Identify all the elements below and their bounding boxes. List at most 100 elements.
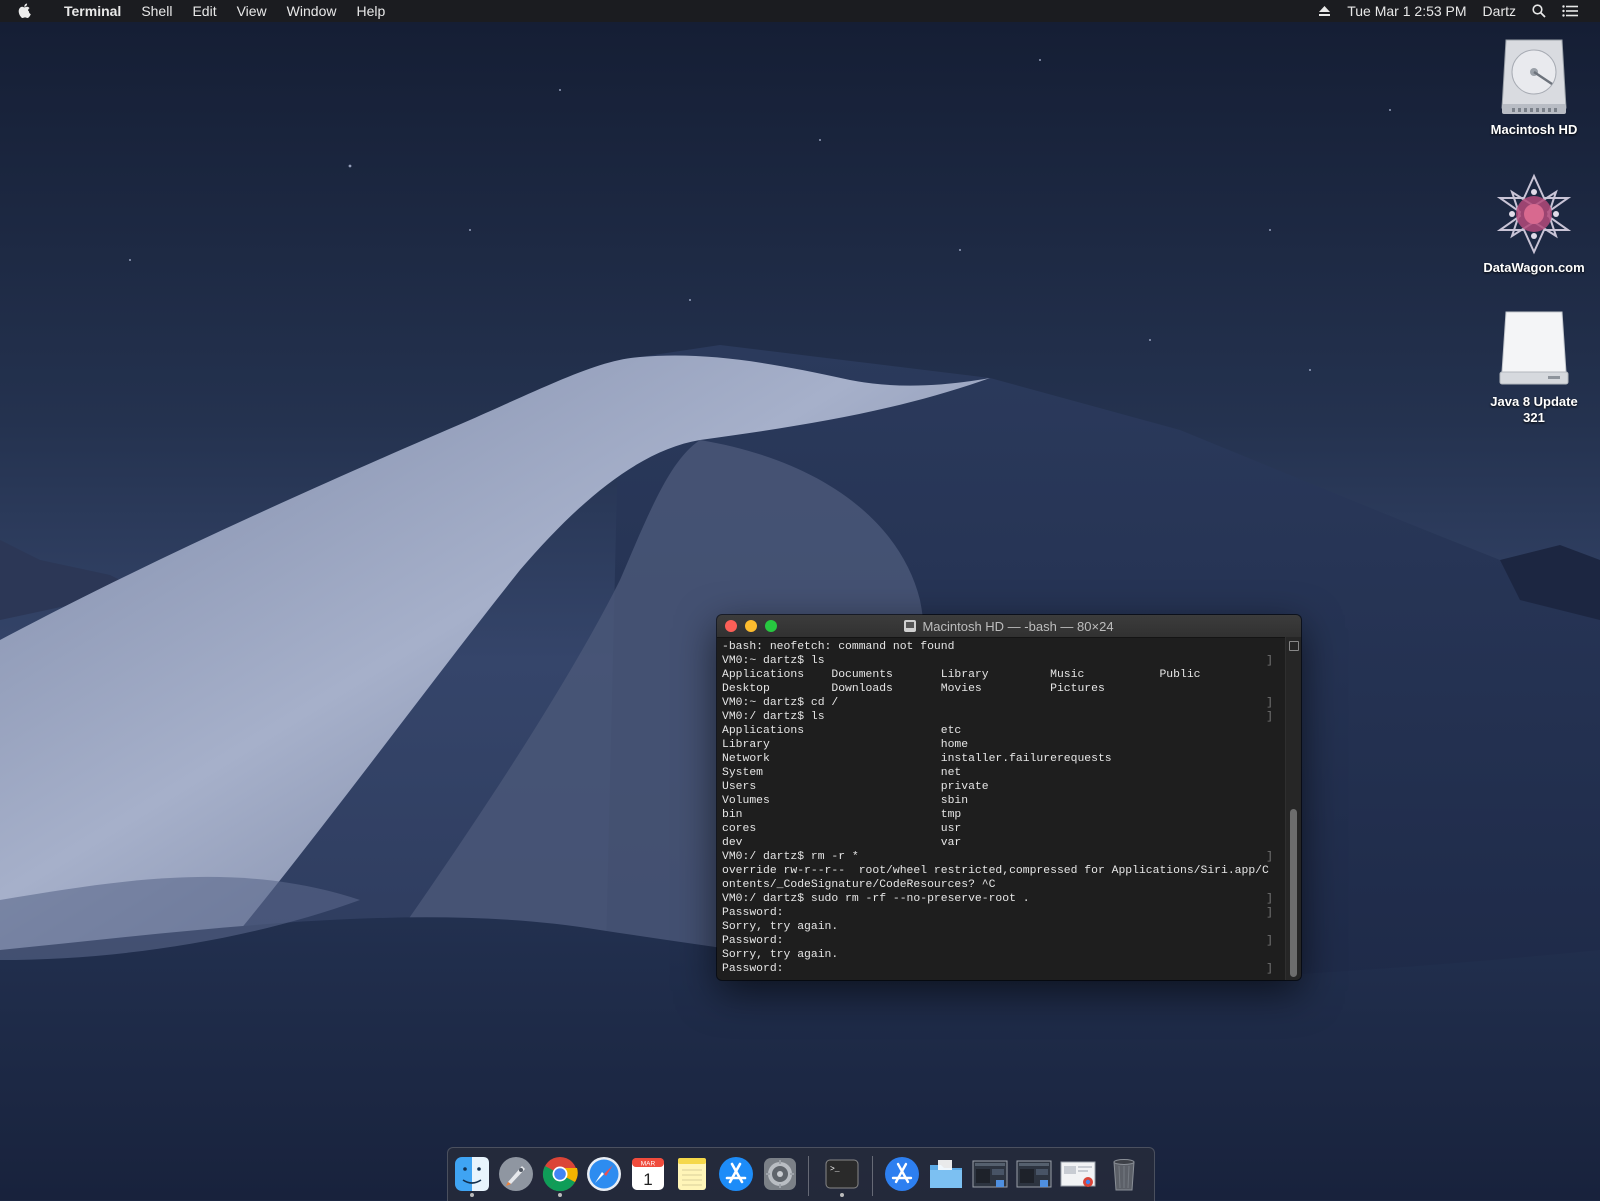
terminal-line: ontents/_CodeSignature/CodeResources? ^C [722, 878, 1277, 892]
terminal-output[interactable]: -bash: neofetch: command not found VM0:~ … [722, 640, 1277, 976]
desktop-icon-datawagon[interactable]: DataWagon.com [1464, 172, 1600, 276]
line-mark-bracket: ] [1266, 893, 1273, 905]
terminal-line-text: -bash: neofetch: command not found [722, 641, 955, 653]
clock[interactable]: Tue Mar 1 2:53 PM [1339, 3, 1474, 19]
terminal-line: bin tmp [722, 808, 1277, 822]
dock-item-notes[interactable] [674, 1156, 710, 1192]
window-titlebar[interactable]: Macintosh HD — -bash — 80×24 [717, 615, 1301, 638]
menu-view[interactable]: View [227, 3, 277, 19]
menu-edit[interactable]: Edit [182, 3, 226, 19]
desktop-icon-macintosh-hd[interactable]: Macintosh HD [1464, 34, 1600, 138]
spotlight-search-icon[interactable] [1524, 4, 1554, 18]
terminal-line-text: VM0:/ dartz$ sudo rm -rf --no-preserve-r… [722, 893, 1030, 905]
terminal-line-text: VM0:~ dartz$ ls [722, 655, 825, 667]
dock-item-calendar[interactable]: MAR 1 [630, 1156, 666, 1192]
dock-item-safari[interactable] [586, 1156, 622, 1192]
menu-window[interactable]: Window [277, 3, 347, 19]
terminal-line-text: Users private [722, 781, 989, 793]
calendar-icon: MAR 1 [630, 1156, 666, 1197]
notes-icon [674, 1156, 710, 1197]
scroll-marker-button[interactable] [1289, 641, 1299, 651]
desktop-icon-label: Macintosh HD [1490, 122, 1578, 137]
calendar-day: 1 [643, 1170, 652, 1189]
webpage-thumbnail-icon [1060, 1156, 1096, 1197]
menu-help[interactable]: Help [346, 3, 395, 19]
terminal-line: Network installer.failurerequests [722, 752, 1277, 766]
terminal-line-text: VM0:/ dartz$ rm -r * [722, 851, 859, 863]
dock-item-folder[interactable] [928, 1156, 964, 1192]
terminal-line-text: ontents/_CodeSignature/CodeResources? ^C [722, 879, 996, 891]
dock-item-finder[interactable] [454, 1156, 490, 1197]
terminal-line: VM0:/ dartz$ sudo rm -rf --no-preserve-r… [722, 892, 1277, 906]
terminal-line: Desktop Downloads Movies Pictures [722, 682, 1277, 696]
chrome-icon [542, 1156, 578, 1197]
user-menu[interactable]: Dartz [1475, 3, 1524, 19]
terminal-line-text: cores usr [722, 823, 962, 835]
calendar-month: MAR [641, 1161, 656, 1168]
line-mark-bracket: ] [1266, 963, 1273, 975]
apple-icon[interactable] [18, 3, 40, 19]
scrollbar-thumb[interactable] [1290, 809, 1297, 977]
line-mark-bracket: ] [1266, 935, 1273, 947]
desktop-icon-label: DataWagon.com [1483, 260, 1585, 275]
svg-text:>_: >_ [830, 1165, 840, 1174]
terminal-line: Applications etc [722, 724, 1277, 738]
terminal-window[interactable]: Macintosh HD — -bash — 80×24 -bash: neof… [717, 615, 1301, 980]
terminal-line-text: Applications Documents Library Music Pub… [722, 669, 1201, 681]
close-button[interactable] [725, 620, 737, 632]
terminal-line: Password:] [722, 962, 1277, 976]
terminal-line: Users private [722, 780, 1277, 794]
terminal-line: VM0:~ dartz$ cd /] [722, 696, 1277, 710]
running-indicator [558, 1193, 562, 1197]
terminal-line-text: bin tmp [722, 809, 962, 821]
dock-item-terminal[interactable]: >_ [824, 1156, 860, 1197]
folder-icon [928, 1156, 964, 1197]
desktop-icon-label: Java 8 Update 321 [1464, 394, 1600, 426]
desktop-icon-java-update[interactable]: Java 8 Update 321 [1464, 306, 1600, 426]
line-mark-bracket: ] [1266, 697, 1273, 709]
terminal-line-text: Desktop Downloads Movies Pictures [722, 683, 1105, 695]
terminal-line-text: Sorry, try again. [722, 921, 839, 933]
menu-app-name[interactable]: Terminal [54, 3, 131, 19]
menu-shell[interactable]: Shell [131, 3, 182, 19]
terminal-line: System net [722, 766, 1277, 780]
notification-center-icon[interactable] [1554, 5, 1586, 17]
terminal-line-text: dev var [722, 837, 962, 849]
dock-item-screenshot-thumbnail[interactable] [1016, 1156, 1052, 1192]
label-line-2: 321 [1523, 410, 1545, 425]
terminal-line-text: Volumes sbin [722, 795, 969, 807]
terminal-line: Applications Documents Library Music Pub… [722, 668, 1277, 682]
dock-item-screenshot-thumbnail[interactable] [972, 1156, 1008, 1192]
disk-image-icon [1492, 306, 1576, 390]
terminal-line: override rw-r--r-- root/wheel restricted… [722, 864, 1277, 878]
finder-icon [454, 1156, 490, 1197]
terminal-line: Volumes sbin [722, 794, 1277, 808]
scrollbar[interactable] [1285, 637, 1301, 980]
launchpad-icon [498, 1156, 534, 1197]
datawagon-logo-icon [1492, 172, 1576, 256]
terminal-line-text: Applications etc [722, 725, 962, 737]
safari-icon [586, 1156, 622, 1197]
line-mark-bracket: ] [1266, 711, 1273, 723]
minimize-button[interactable] [745, 620, 757, 632]
disk-proxy-icon[interactable] [904, 620, 917, 632]
terminal-line: Sorry, try again. [722, 920, 1277, 934]
dock-item-launchpad[interactable] [498, 1156, 534, 1192]
terminal-line: -bash: neofetch: command not found [722, 640, 1277, 654]
terminal-line-text: Password: [722, 963, 784, 975]
dock-item-trash[interactable] [1106, 1156, 1142, 1192]
dock-separator [808, 1156, 809, 1196]
dock-item-webpage-thumbnail[interactable] [1060, 1156, 1096, 1192]
terminal-line: dev var [722, 836, 1277, 850]
terminal-line: Sorry, try again. [722, 948, 1277, 962]
system-preferences-icon [762, 1156, 798, 1197]
terminal-line: Password:] [722, 934, 1277, 948]
dock-item-app-store[interactable] [718, 1156, 754, 1192]
dock-item-chrome[interactable] [542, 1156, 578, 1197]
terminal-line-text: Library home [722, 739, 969, 751]
eject-icon[interactable] [1310, 5, 1339, 17]
dock-item-downloads-stack[interactable] [884, 1156, 920, 1192]
terminal-line: VM0:/ dartz$ rm -r *] [722, 850, 1277, 864]
dock-item-system-preferences[interactable] [762, 1156, 798, 1192]
zoom-button[interactable] [765, 620, 777, 632]
